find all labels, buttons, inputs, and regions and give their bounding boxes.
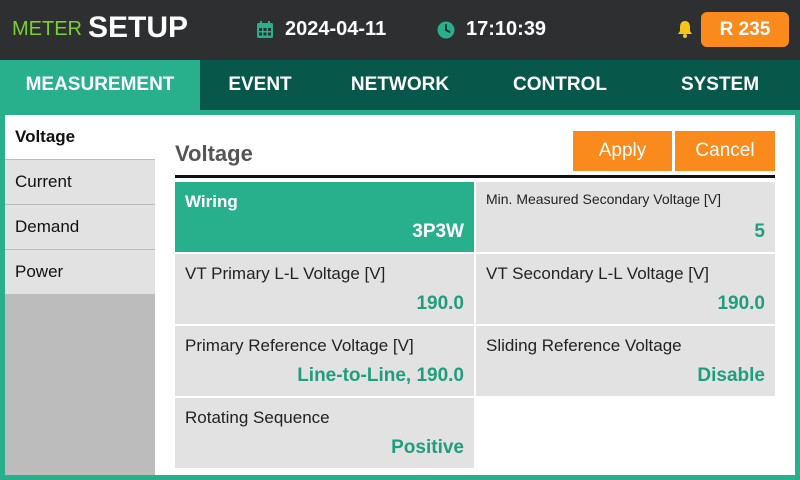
time-display: 17:10:39: [466, 18, 547, 40]
tab-system[interactable]: SYSTEM: [640, 60, 800, 110]
setting-value: 190.0: [717, 293, 765, 314]
date-display: 2024-04-11: [285, 18, 387, 40]
setting-label: Primary Reference Voltage [V]: [185, 336, 414, 355]
setting-value: Disable: [697, 365, 765, 386]
sidebar-item-voltage[interactable]: Voltage: [5, 115, 155, 159]
status-badge[interactable]: R 235: [701, 12, 789, 47]
setting-value: 190.0: [416, 293, 464, 314]
sidebar-item-power[interactable]: Power: [5, 250, 155, 294]
setting-rotating-sequence[interactable]: Rotating Sequence Positive: [175, 398, 474, 468]
tab-control[interactable]: CONTROL: [480, 60, 640, 110]
setting-label: Min. Measured Secondary Voltage [V]: [486, 191, 722, 207]
setting-min-measured-secondary-voltage[interactable]: Min. Measured Secondary Voltage [V] 5: [476, 182, 775, 252]
setting-value: 3P3W: [412, 221, 464, 242]
setting-wiring[interactable]: Wiring 3P3W: [175, 182, 474, 252]
setting-label: Sliding Reference Voltage: [486, 336, 682, 355]
tab-bar: MEASUREMENT EVENT NETWORK CONTROL SYSTEM: [0, 60, 800, 110]
title-divider: [175, 175, 775, 178]
bell-icon[interactable]: [675, 19, 695, 39]
sidebar-item-demand[interactable]: Demand: [5, 205, 155, 249]
setting-label: VT Secondary L-L Voltage [V]: [486, 264, 710, 283]
setting-value: Line-to-Line, 190.0: [297, 365, 464, 386]
setting-value: Positive: [391, 437, 464, 458]
section-title: Voltage: [175, 141, 253, 166]
tab-network[interactable]: NETWORK: [320, 60, 480, 110]
setting-sliding-reference-voltage[interactable]: Sliding Reference Voltage Disable: [476, 326, 775, 396]
setting-primary-reference-voltage[interactable]: Primary Reference Voltage [V] Line-to-Li…: [175, 326, 474, 396]
meter-label: METER: [12, 18, 82, 40]
sidebar-item-current[interactable]: Current: [5, 160, 155, 204]
setting-value: 5: [754, 221, 765, 242]
setting-label: Rotating Sequence: [185, 408, 330, 427]
setting-label: VT Primary L-L Voltage [V]: [185, 264, 386, 283]
tab-event[interactable]: EVENT: [200, 60, 320, 110]
calendar-icon: [257, 21, 273, 38]
setting-vt-primary-ll-voltage[interactable]: VT Primary L-L Voltage [V] 190.0: [175, 254, 474, 324]
sidebar: Voltage Current Demand Power: [5, 115, 155, 475]
clock-icon: [437, 21, 455, 39]
setting-label: Wiring: [185, 192, 238, 211]
cancel-button[interactable]: Cancel: [675, 131, 775, 171]
page-title: SETUP: [88, 11, 189, 44]
apply-button[interactable]: Apply: [573, 131, 672, 171]
setting-vt-secondary-ll-voltage[interactable]: VT Secondary L-L Voltage [V] 190.0: [476, 254, 775, 324]
tab-measurement[interactable]: MEASUREMENT: [0, 60, 200, 110]
